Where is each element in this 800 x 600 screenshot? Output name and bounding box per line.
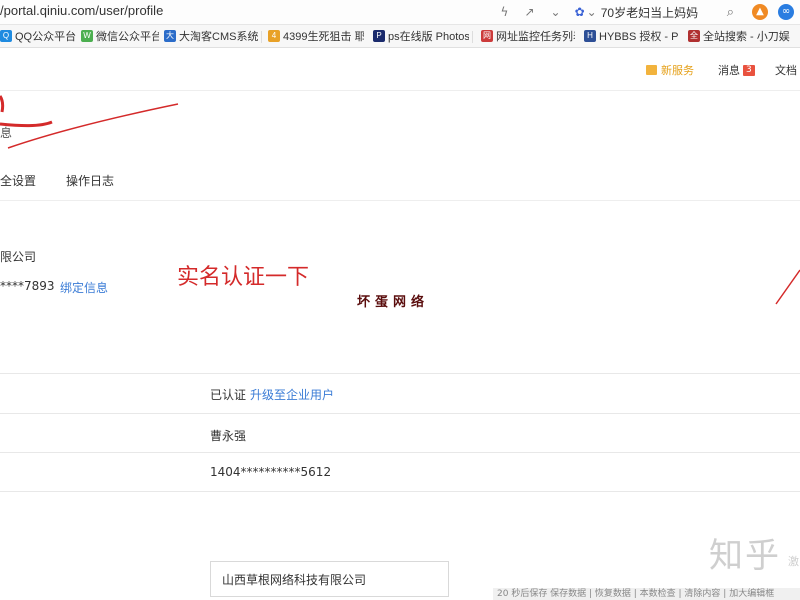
extension-icon[interactable]: ∞ — [778, 4, 794, 20]
bookmark-wechat[interactable]: W 微信公众平台 — [81, 28, 159, 44]
page-subtitle: 息 — [0, 126, 13, 140]
profile-tabs: 全设置 操作日志 — [0, 172, 144, 189]
bookmark-label: 网址监控任务列表 — [496, 31, 575, 43]
red-scribble-stroke — [0, 95, 5, 113]
zhihu-side-text: 激 — [788, 555, 799, 568]
chevron-down-icon[interactable]: ⌄ — [587, 5, 597, 19]
baidu-paw-icon[interactable]: ✿ — [575, 5, 585, 19]
bookmark-label: 全站搜索 - 小刀娱 — [703, 31, 790, 43]
tabs-divider — [0, 200, 800, 201]
real-name-value: 曹永强 — [210, 429, 247, 443]
bookmarks-bar: Q QQ公众平台 W 微信公众平台 大 大淘客CMS系统下 4 4399生死狙击… — [0, 25, 800, 48]
company-name-fragment: 限公司 — [0, 250, 37, 264]
dataoke-icon: 大 — [164, 30, 176, 42]
search-input[interactable]: 70岁老妇当上妈妈 — [601, 4, 719, 21]
messages-badge: 3 — [743, 64, 755, 76]
bind-info-link[interactable]: 绑定信息 — [60, 279, 108, 296]
messages-link[interactable]: 消息 3 — [718, 62, 755, 78]
new-feature-link[interactable]: 新服务 — [646, 62, 694, 78]
id-number-value: 1404**********5612 — [210, 465, 332, 479]
search-icon[interactable]: ⌕ — [727, 5, 734, 20]
row-divider — [0, 452, 800, 453]
new-feature-label: 新服务 — [661, 64, 694, 77]
wechat-icon: W — [81, 30, 93, 42]
share-icon[interactable]: ↗ — [524, 5, 534, 19]
row-divider — [0, 491, 800, 492]
bookmark-hybbs[interactable]: H HYBBS 授权 - Po — [584, 28, 678, 44]
browser-address-bar: /portal.qiniu.com/user/profile ϟ ↗ ⌄ ✿ ⌄… — [0, 0, 800, 25]
verification-status: 已认证 — [210, 388, 247, 402]
annotation-text: 实名认证一下 — [177, 265, 310, 290]
bookmark-label: 4399生死狙击 耶 — [283, 31, 364, 43]
bookmark-separator — [261, 31, 262, 43]
qq-icon: Q — [0, 30, 12, 42]
bookmark-4399[interactable]: 4 4399生死狙击 耶 — [268, 28, 364, 44]
watermark-text: 坏蛋网络 — [357, 295, 430, 310]
upgrade-enterprise-link[interactable]: 升级至企业用户 — [250, 388, 334, 402]
bookmark-photoshop[interactable]: P ps在线版 Photos — [373, 28, 469, 44]
phone-number: ****7893 — [0, 279, 55, 293]
red-diagonal-stroke — [775, 269, 800, 305]
search-site-icon: 全 — [688, 30, 700, 42]
row-divider — [0, 413, 800, 414]
search-box[interactable]: ✿ ⌄ 70岁老妇当上妈妈 — [575, 4, 719, 21]
game-4399-icon: 4 — [268, 30, 280, 42]
company-name-value: 山西草根网络科技有限公司 — [222, 573, 367, 587]
tab-security-settings[interactable]: 全设置 — [0, 172, 36, 189]
bookmark-dataoke[interactable]: 大 大淘客CMS系统下 — [164, 28, 258, 44]
bookmark-monitor[interactable]: 网 网址监控任务列表 — [481, 28, 575, 44]
row-divider — [0, 373, 800, 374]
docs-link[interactable]: 文档 — [775, 62, 797, 78]
bookmark-label: HYBBS 授权 - Po — [599, 31, 678, 43]
address-bar-right: ϟ ↗ ⌄ ✿ ⌄ 70岁老妇当上妈妈 ⌕ ▲ ∞ — [493, 0, 800, 24]
bookmark-qq[interactable]: Q QQ公众平台 — [0, 28, 78, 44]
zhihu-watermark-logo: 知乎 — [709, 536, 781, 576]
bookmark-label: 大淘客CMS系统下 — [179, 31, 258, 43]
bookmark-label: ps在线版 Photos — [388, 31, 469, 43]
verification-status-row: 已认证 升级至企业用户 — [210, 386, 334, 403]
url-field[interactable]: /portal.qiniu.com/user/profile — [0, 3, 163, 18]
lightning-icon[interactable]: ϟ — [501, 5, 509, 19]
site-header: 新服务 消息 3 文档 — [0, 48, 800, 91]
hybbs-icon: H — [584, 30, 596, 42]
bookmark-label: QQ公众平台 — [15, 31, 77, 43]
company-name-input[interactable]: 山西草根网络科技有限公司 — [210, 561, 449, 597]
messages-label: 消息 — [718, 64, 740, 77]
tab-operation-log[interactable]: 操作日志 — [66, 172, 114, 189]
gift-icon — [646, 65, 657, 75]
editor-footer-bar: 20 秒后保存 保存数据 | 恢复数据 | 本数检查 | 清除内容 | 加大编辑… — [493, 588, 800, 600]
bookmark-separator — [472, 31, 473, 43]
game-icon[interactable]: ▲ — [752, 4, 768, 20]
bookmark-search[interactable]: 全 全站搜索 - 小刀娱 — [688, 28, 800, 44]
photoshop-icon: P — [373, 30, 385, 42]
chevron-down-icon[interactable]: ⌄ — [551, 5, 561, 19]
bookmark-label: 微信公众平台 — [96, 31, 159, 43]
red-arrow-stroke — [7, 103, 179, 149]
monitor-icon: 网 — [481, 30, 493, 42]
